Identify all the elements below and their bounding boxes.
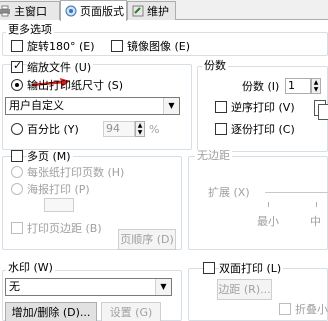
percentage-unit: % — [149, 123, 160, 136]
copies-input[interactable]: 1 — [285, 78, 311, 94]
printer-icon — [0, 5, 11, 17]
spin-up-icon[interactable]: ▲ — [138, 122, 143, 129]
percentage-input[interactable]: 94 — [103, 121, 135, 137]
duplex-margin-button[interactable]: 边距 (R)... — [217, 279, 272, 300]
poster-label: 海报打印 (P) — [27, 183, 90, 196]
tab-main-window[interactable]: 主窗口 — [0, 1, 60, 20]
watermark-title: 水印 (W) — [6, 261, 55, 274]
scale-document-checkbox[interactable] — [11, 59, 23, 73]
tab-main-window-label: 主窗口 — [14, 5, 47, 18]
no-margin-title: 无边距 — [195, 149, 232, 162]
page-order-button[interactable]: 页顺序 (D) — [118, 229, 176, 250]
spin-up-icon[interactable]: ▲ — [314, 79, 319, 86]
page-stack-icon-2 — [318, 104, 328, 120]
tab-page-layout[interactable]: 页面版式 — [60, 0, 127, 21]
spin-down-icon[interactable]: ▼ — [138, 129, 143, 136]
output-paper-size-radio[interactable] — [11, 79, 23, 91]
tab-bar: 主窗口 页面版式 维护 — [0, 0, 328, 21]
percentage-label: 百分比 (Y) — [27, 123, 79, 136]
no-margin-group — [188, 156, 328, 250]
percentage-radio[interactable] — [11, 123, 23, 135]
copies-label: 份数 (I) — [242, 80, 280, 93]
copies-spinner[interactable]: ▲ ▼ — [311, 78, 321, 94]
chevron-down-icon[interactable]: ▼ — [155, 279, 171, 295]
copies-title: 份数 — [202, 59, 228, 72]
scale-document-label: 缩放文件 (U) — [27, 61, 94, 74]
reverse-print-checkbox[interactable] — [215, 101, 227, 113]
reverse-print-label: 逆序打印 (V) — [231, 101, 295, 114]
paper-size-select-value: 用户自定义 — [9, 99, 64, 112]
collate-label: 逐份打印 (C) — [231, 123, 295, 136]
mirror-image-checkbox[interactable] — [111, 40, 123, 52]
duplex-checkbox[interactable] — [203, 262, 215, 274]
expand-slider-track[interactable] — [265, 192, 328, 193]
poster-radio[interactable] — [11, 183, 23, 195]
n-up-radio[interactable] — [11, 166, 23, 178]
percentage-spinner[interactable]: ▲ ▼ — [135, 121, 145, 137]
output-paper-size-label: 输出打印纸尺寸 (S) — [27, 79, 124, 92]
watermark-select[interactable]: 无 ▼ — [5, 278, 172, 296]
fold-label: 折叠小 — [295, 303, 328, 316]
slider-tick-mid — [316, 202, 317, 207]
slider-min-label: 最小 — [257, 215, 279, 228]
n-up-label: 每张纸打印页数 (H) — [27, 166, 125, 179]
more-options-title: 更多选项 — [6, 23, 54, 36]
add-remove-watermark-button[interactable]: 增加/删除 (D)... — [5, 302, 97, 321]
multipage-checkbox[interactable] — [11, 150, 23, 162]
rotate-180-checkbox[interactable] — [11, 40, 23, 52]
tab-maintenance-label: 维护 — [147, 5, 169, 18]
chevron-down-icon[interactable]: ▼ — [163, 98, 179, 114]
tab-page-layout-label: 页面版式 — [80, 5, 124, 18]
watermark-settings-button[interactable]: 设置 (G) — [101, 302, 161, 321]
collate-checkbox[interactable] — [215, 123, 227, 135]
pages-per-sheet-field[interactable] — [44, 198, 74, 212]
mirror-image-label: 镜像图像 (E) — [127, 40, 191, 53]
maintenance-icon — [132, 5, 144, 17]
multipage-label: 多页 (M) — [27, 150, 73, 163]
print-borders-label: 打印页边距 (B) — [27, 222, 102, 235]
slider-mid-label: 中 — [310, 215, 321, 228]
print-borders-checkbox[interactable] — [11, 222, 23, 234]
slider-tick-min — [268, 202, 269, 207]
tab-maintenance[interactable]: 维护 — [127, 1, 176, 20]
fold-checkbox[interactable] — [279, 303, 291, 315]
watermark-select-value: 无 — [9, 280, 20, 293]
spin-down-icon[interactable]: ▼ — [314, 86, 319, 93]
page-setup-icon — [65, 5, 77, 17]
expand-label: 扩展 (X) — [208, 186, 250, 199]
paper-size-select[interactable]: 用户自定义 ▼ — [5, 97, 180, 115]
page-layout-panel: 更多选项 旋转180° (E) 镜像图像 (E) 缩放文件 (U) 输出打印纸尺… — [0, 20, 328, 321]
duplex-label: 双面打印 (L) — [219, 262, 284, 275]
rotate-180-label: 旋转180° (E) — [27, 40, 95, 53]
